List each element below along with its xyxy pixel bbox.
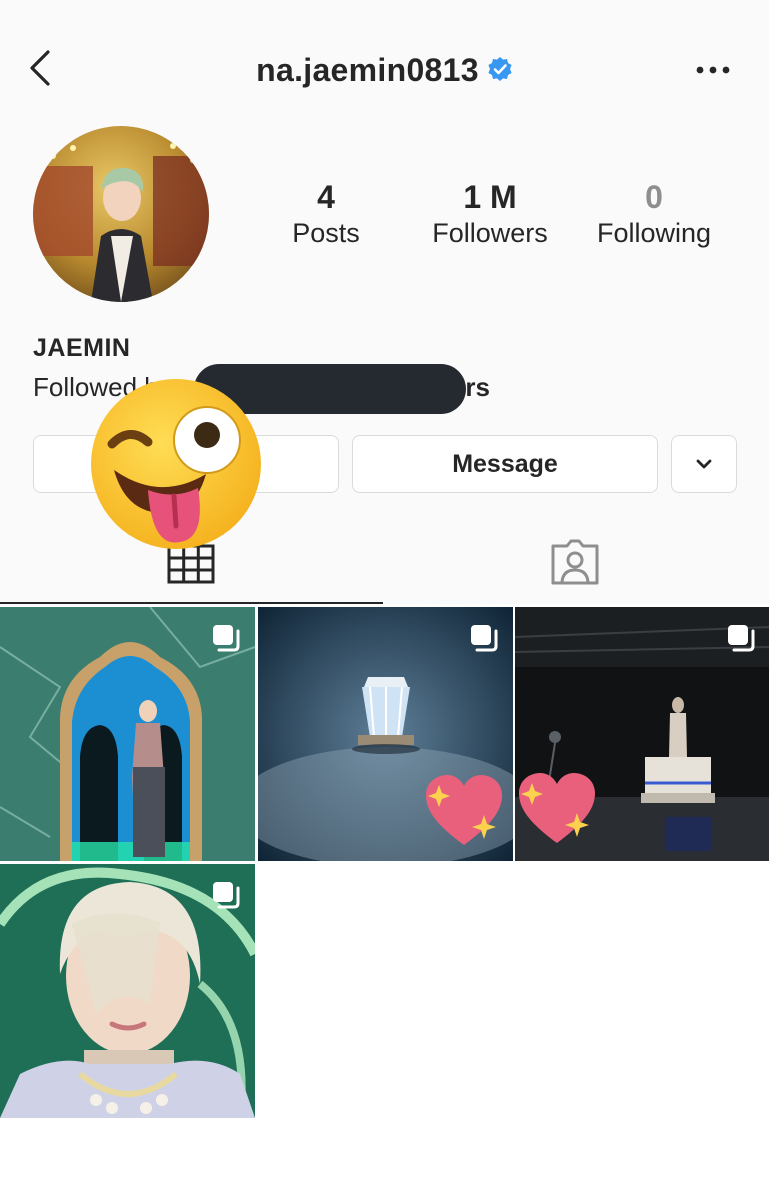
post-thumbnail-2[interactable] [258, 607, 513, 861]
sparkling-heart-sticker-icon [426, 775, 502, 845]
sparkling-heart-sticker-icon [519, 773, 595, 843]
post-thumbnail-1[interactable] [0, 607, 255, 861]
followers-count-value: 1 M [463, 179, 517, 215]
post-thumbnail-3[interactable] [515, 607, 769, 861]
posts-count-value: 4 [317, 179, 335, 215]
suggested-accounts-button[interactable] [671, 435, 737, 493]
winking-tongue-emoji-icon [91, 379, 261, 549]
more-options-button[interactable] [693, 60, 733, 80]
message-button-label: Message [452, 449, 558, 478]
more-horizontal-icon [696, 66, 730, 74]
multiple-photos-icon [728, 625, 755, 652]
posts-count[interactable]: 4 Posts [246, 178, 406, 250]
profile-username-title: na.jaemin0813 [0, 50, 769, 89]
posts-count-label: Posts [292, 218, 360, 248]
tab-tagged[interactable] [549, 538, 601, 586]
following-count[interactable]: 0 Following [574, 178, 734, 250]
verified-badge-icon [488, 56, 512, 81]
post-thumbnail-4[interactable] [0, 864, 255, 1118]
active-tab-indicator [0, 602, 383, 604]
following-count-value: 0 [645, 179, 663, 215]
multiple-photos-icon [213, 882, 240, 909]
followers-count[interactable]: 1 M Followers [410, 178, 570, 250]
profile-avatar[interactable] [33, 126, 209, 302]
followers-count-label: Followers [432, 218, 548, 248]
multiple-photos-icon [471, 625, 498, 652]
multiple-photos-icon [213, 625, 240, 652]
chevron-down-icon [696, 459, 712, 469]
following-count-label: Following [596, 218, 712, 248]
username: na.jaemin0813 [256, 52, 479, 89]
message-button[interactable]: Message [352, 435, 658, 493]
tagged-person-icon [551, 539, 599, 585]
display-name: JAEMIN [33, 334, 131, 362]
